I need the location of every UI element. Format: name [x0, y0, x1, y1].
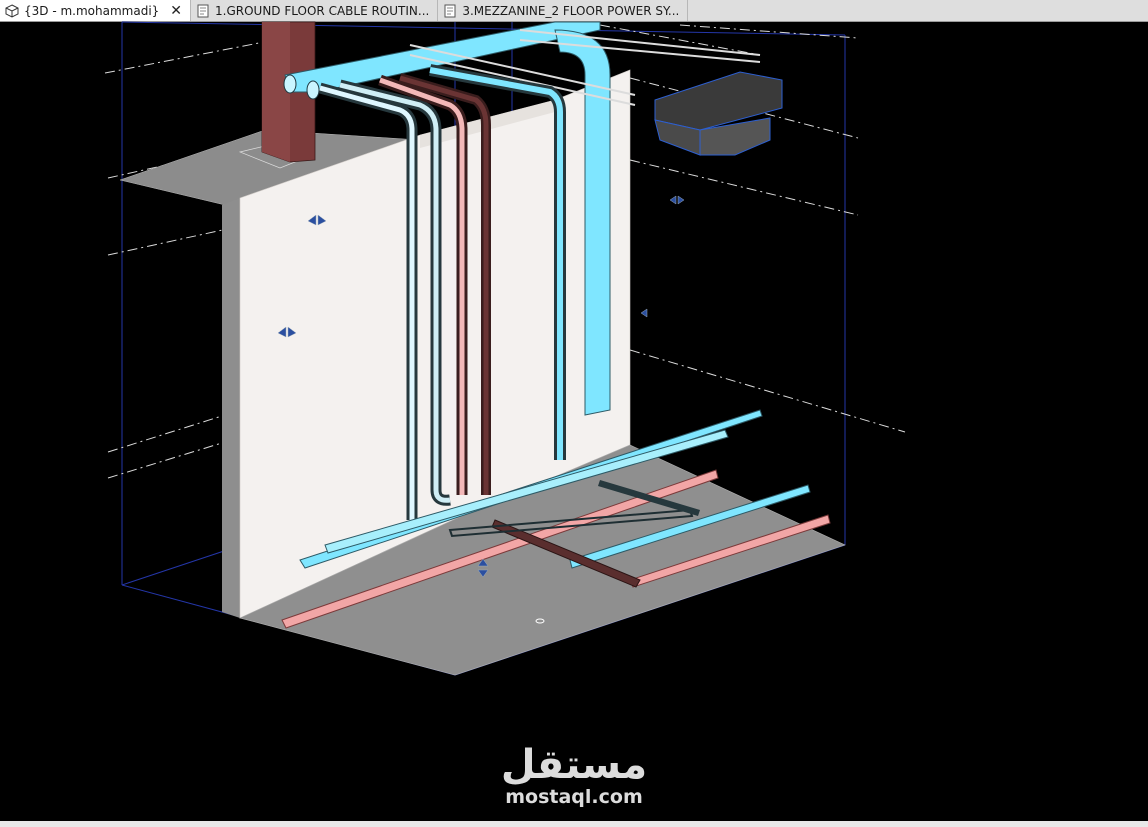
3d-model-viewport[interactable]	[0, 21, 1148, 821]
status-bar	[0, 821, 1148, 827]
floor-plan-icon	[196, 4, 210, 18]
watermark-arabic: مستقل	[500, 742, 648, 788]
watermark-latin: mostaql.com	[505, 786, 643, 808]
tab-label: 3.MEZZANINE_2 FLOOR POWER SY...	[462, 3, 680, 18]
tab-mezzanine-floor-power[interactable]: 3.MEZZANINE_2 FLOOR POWER SY...	[438, 0, 689, 21]
duct-elbow	[654, 71, 783, 156]
floor-plan-icon	[443, 4, 457, 18]
tab-label: {3D - m.mohammadi}	[24, 3, 160, 18]
3d-view-icon	[5, 3, 19, 18]
model-canvas	[104, 21, 906, 676]
tab-label: 1.GROUND FLOOR CABLE ROUTIN...	[215, 3, 430, 18]
wall-side	[222, 198, 240, 618]
close-icon[interactable]: ✕	[170, 3, 182, 19]
view-tab-bar: {3D - m.mohammadi} ✕ 1.GROUND FLOOR CABL…	[0, 0, 1148, 22]
tab-3d-view[interactable]: {3D - m.mohammadi} ✕	[0, 0, 192, 21]
tab-ground-floor-cable-routing[interactable]: 1.GROUND FLOOR CABLE ROUTIN...	[191, 0, 439, 21]
